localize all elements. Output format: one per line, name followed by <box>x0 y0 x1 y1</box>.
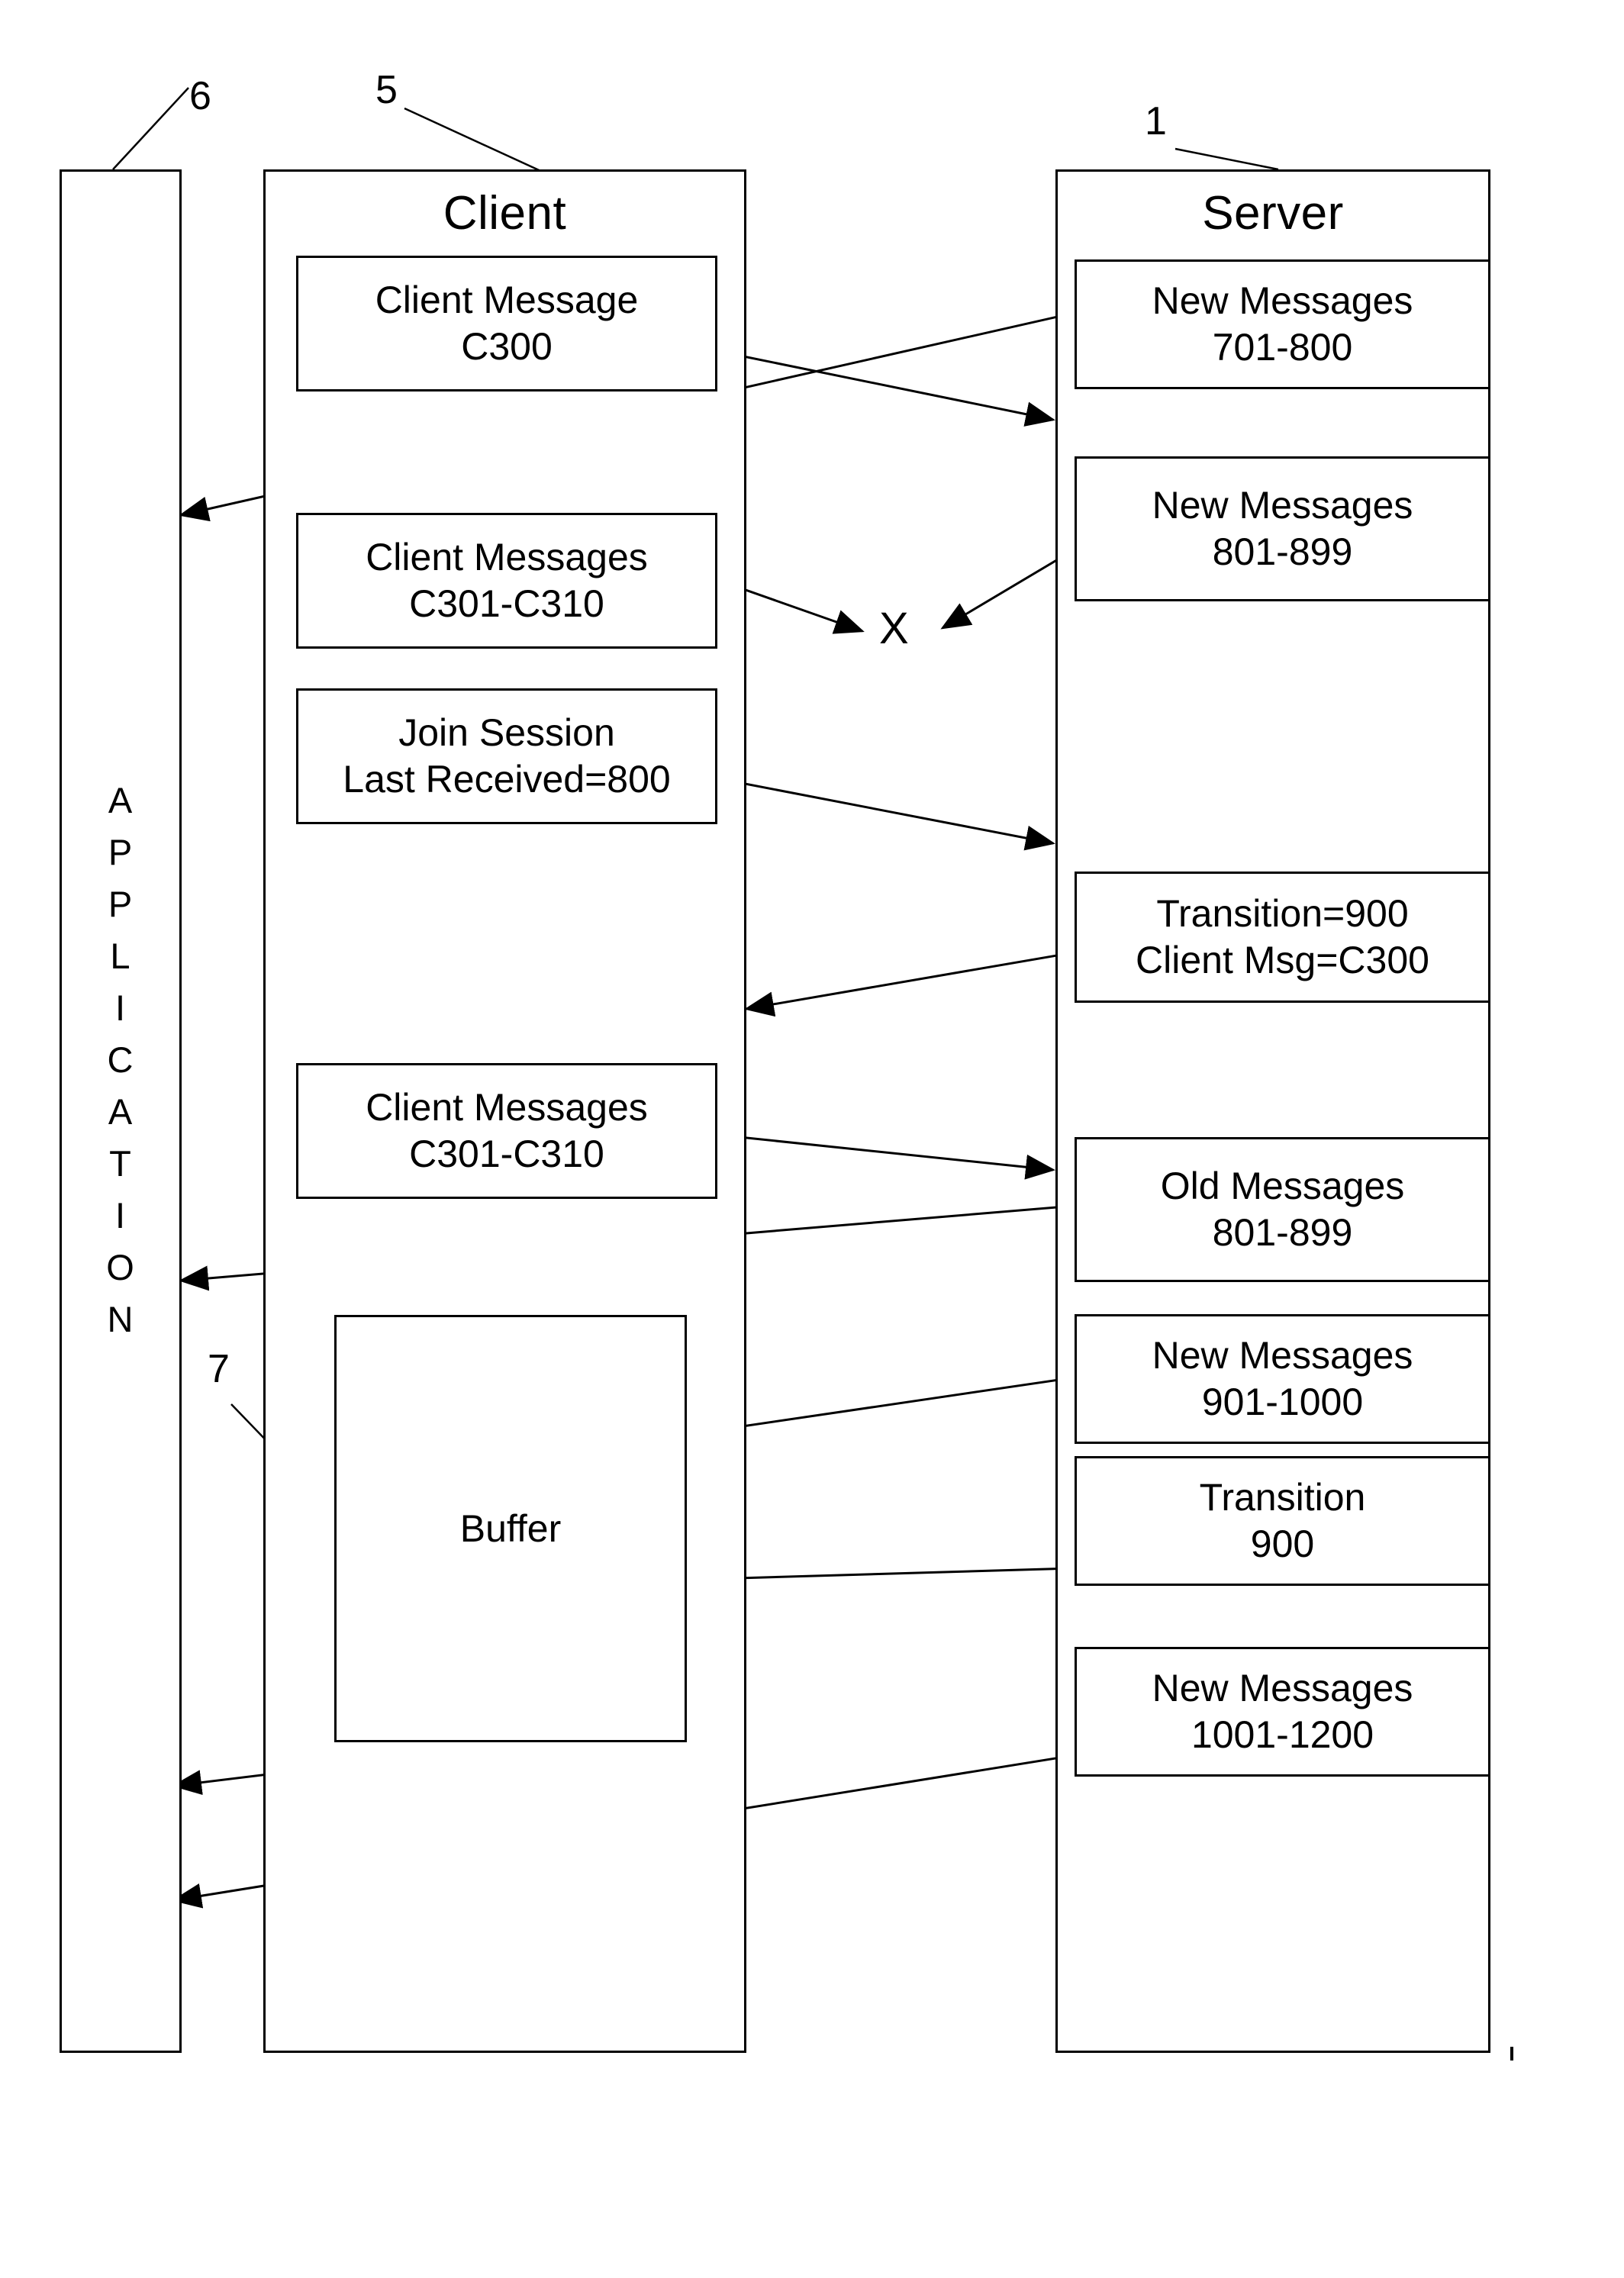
arrow-client-c300-to-server <box>717 350 1055 427</box>
application-letter: P <box>108 884 134 924</box>
application-letter: N <box>107 1299 134 1339</box>
server-box-701-800-line2: 701-800 <box>1212 326 1353 369</box>
client-lane-title: Client <box>443 187 567 240</box>
application-letter: O <box>106 1247 135 1287</box>
join-session-box-line2: Last Received=800 <box>343 758 671 801</box>
server-box-801-899-line1: New Messages <box>1152 484 1413 527</box>
server-box-old-messages-line2: 801-899 <box>1212 1211 1353 1254</box>
arrow-client-c301-c310-b-to-server <box>717 1133 1055 1180</box>
client-message-box-c300: Client Message C300 <box>296 256 717 391</box>
application-lane: A P P L I C A T I O N <box>60 169 182 2053</box>
server-box-new-messages-801-899: New Messages 801-899 <box>1075 456 1490 601</box>
server-box-transition-900-client-msg-line2: Client Msg=C300 <box>1136 939 1429 981</box>
client-message-box-c300-line1: Client Message <box>375 279 639 321</box>
server-box-1001-1200-line2: 1001-1200 <box>1191 1713 1374 1756</box>
application-label: A P P L I C A T I O N <box>62 775 179 1345</box>
application-letter: C <box>107 1039 134 1080</box>
application-letter: I <box>114 988 127 1028</box>
client-message-box-c300-line2: C300 <box>461 325 553 368</box>
server-box-1001-1200-line1: New Messages <box>1152 1667 1413 1709</box>
leader-line-5 <box>404 107 546 175</box>
server-box-new-messages-701-800: New Messages 701-800 <box>1075 259 1490 389</box>
join-session-box: Join Session Last Received=800 <box>296 688 717 824</box>
server-box-901-1000-line1: New Messages <box>1152 1334 1413 1377</box>
arrow-join-session-to-server <box>717 777 1055 851</box>
server-box-new-messages-901-1000: New Messages 901-1000 <box>1075 1314 1490 1444</box>
application-letter: A <box>108 1091 134 1132</box>
server-box-901-1000-line2: 901-1000 <box>1201 1381 1364 1423</box>
application-letter: A <box>108 780 134 820</box>
buffer-box-label: Buffer <box>459 1507 562 1550</box>
server-box-old-messages-801-899: Old Messages 801-899 <box>1075 1137 1490 1282</box>
client-messages-box-a-line1: Client Messages <box>366 536 648 578</box>
join-session-box-line1: Join Session <box>398 711 615 754</box>
client-messages-box-c301-c310-b: Client Messages C301-C310 <box>296 1063 717 1199</box>
server-box-new-messages-1001-1200: New Messages 1001-1200 <box>1075 1647 1490 1777</box>
reference-numeral-7: 7 <box>208 1347 230 1391</box>
reference-numeral-5: 5 <box>375 68 398 112</box>
application-letter: P <box>108 832 134 872</box>
application-letter: L <box>110 936 131 976</box>
server-box-transition-900-line2: 900 <box>1250 1522 1315 1565</box>
application-letter: I <box>114 1195 127 1236</box>
client-messages-box-b-line2: C301-C310 <box>409 1133 604 1175</box>
server-box-old-messages-line1: Old Messages <box>1160 1165 1405 1207</box>
server-box-801-899-line2: 801-899 <box>1212 530 1353 573</box>
reference-numeral-6: 6 <box>189 74 211 118</box>
server-box-701-800-line1: New Messages <box>1152 279 1413 322</box>
server-box-transition-900-line1: Transition <box>1199 1476 1366 1519</box>
client-messages-box-c301-c310-a: Client Messages C301-C310 <box>296 513 717 649</box>
leader-line-6 <box>112 87 189 170</box>
leader-line-1 <box>1174 147 1279 171</box>
server-box-transition-900-client-msg-line1: Transition=900 <box>1156 892 1409 935</box>
reference-numeral-1: 1 <box>1145 99 1167 143</box>
dropped-message-x-marker: X <box>879 604 909 653</box>
application-letter: T <box>109 1143 132 1184</box>
figure-canvas: 6 5 1 7 A P P L I C A T I O N Client Cli… <box>0 0 1624 2278</box>
server-box-transition-900: Transition 900 <box>1075 1456 1490 1586</box>
arrow-transition-900-to-client <box>744 951 1075 1017</box>
client-messages-box-b-line1: Client Messages <box>366 1086 648 1129</box>
buffer-box: Buffer <box>334 1315 687 1742</box>
server-lane-title: Server <box>1202 187 1344 240</box>
server-box-transition-900-client-msg: Transition=900 Client Msg=C300 <box>1075 872 1490 1003</box>
client-messages-box-a-line2: C301-C310 <box>409 582 604 625</box>
